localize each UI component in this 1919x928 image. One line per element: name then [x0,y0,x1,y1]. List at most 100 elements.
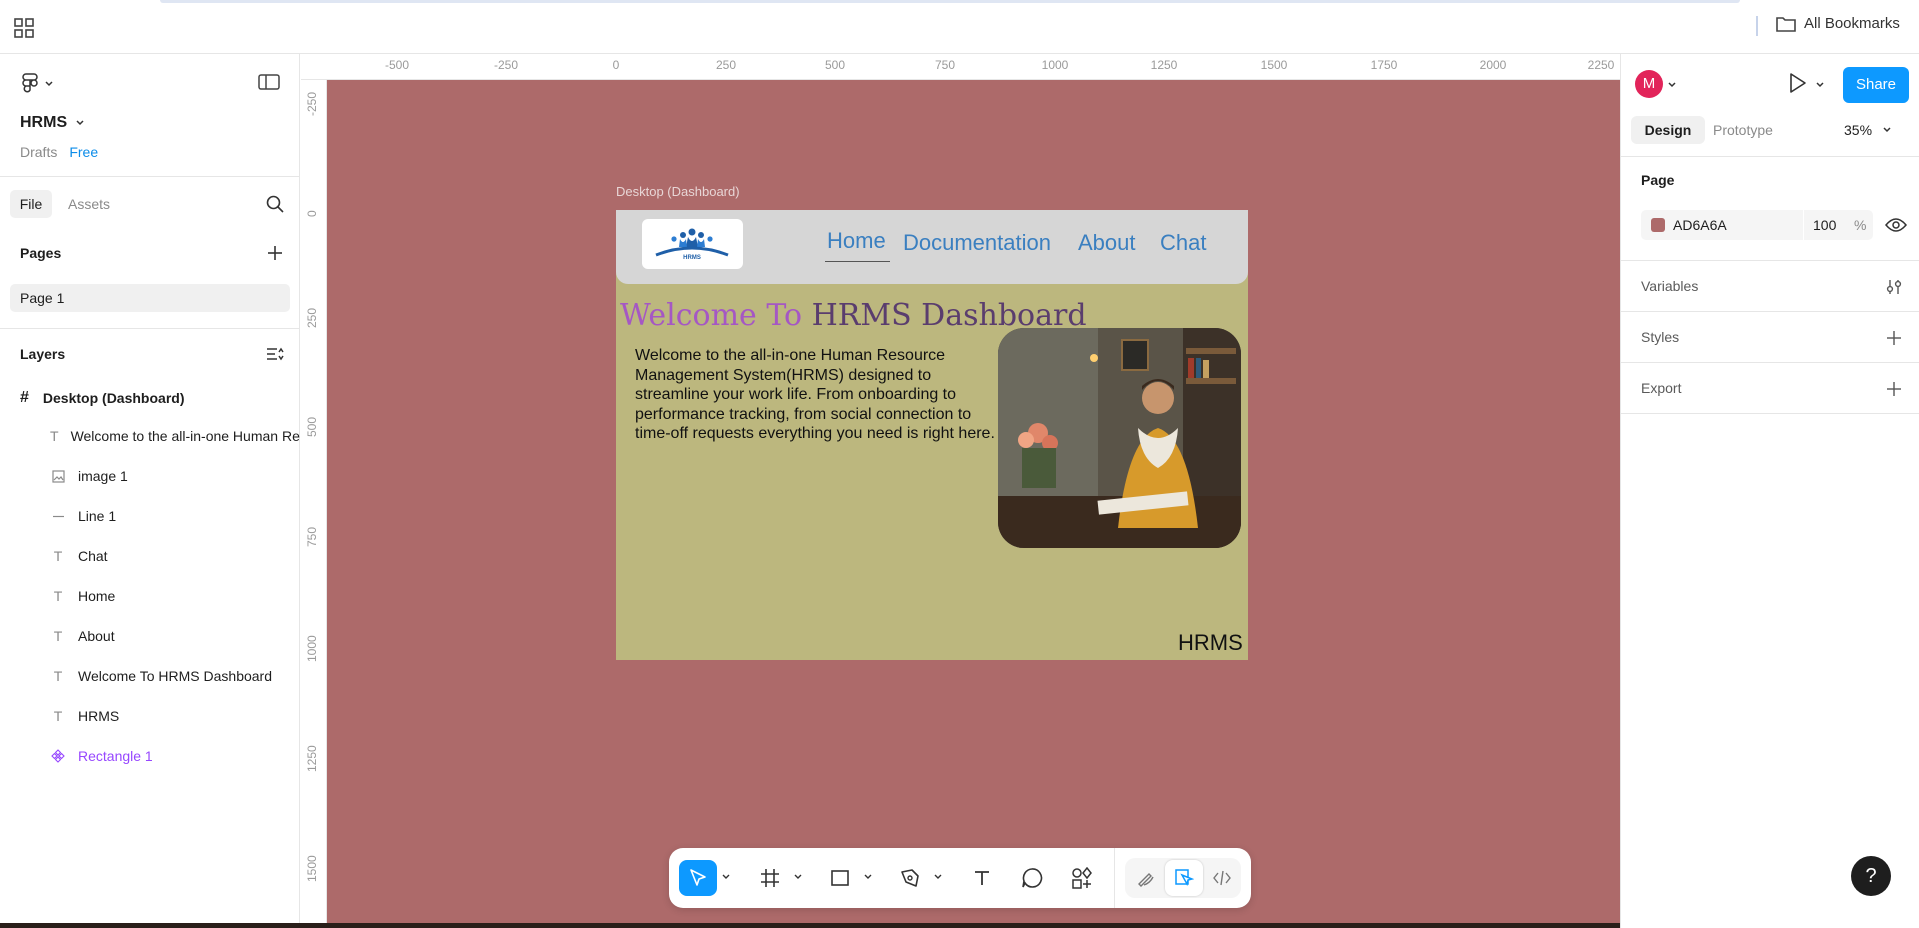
search-icon[interactable] [266,195,284,213]
tab-design[interactable]: Design [1631,116,1705,144]
frame-nav-documentation[interactable]: Documentation [903,230,1051,256]
ruler-tick: 2000 [1479,58,1507,72]
hrms-logo-text: HRMS [683,255,701,261]
design-mode-icon [1175,869,1194,887]
text-icon: T [53,548,63,564]
apps-grid-icon[interactable] [14,18,34,38]
pen-tool-button[interactable] [891,860,929,896]
ruler-vertical: -250 0 250 500 750 1000 1250 1500 [301,80,327,928]
ruler-tick: 1750 [1370,58,1398,72]
eye-icon[interactable] [1885,217,1907,233]
tab-assets[interactable]: Assets [68,190,110,218]
move-tool-button[interactable] [679,860,717,896]
bookmarks-separator [1756,16,1758,36]
tab-prototype[interactable]: Prototype [1713,116,1773,144]
add-page-icon[interactable] [266,244,284,262]
layer-item[interactable]: Rectangle 1 [50,748,300,764]
comment-bubble-icon [1022,868,1043,888]
color-swatch[interactable] [1651,218,1665,232]
layer-item[interactable]: T HRMS [50,708,300,724]
line-1[interactable] [825,261,890,262]
right-panel: M Share Design Prototype 35% Page AD6A6A… [1620,54,1919,928]
layers-options-icon[interactable] [266,346,284,362]
file-location[interactable]: Drafts [20,144,57,160]
layer-label: HRMS [78,708,120,724]
page-item[interactable]: Page 1 [10,284,290,312]
layer-item[interactable]: Line 1 [50,508,300,524]
rectangle-nav-bar[interactable]: HRMS Home Documentation About Chat [616,210,1248,284]
add-style-icon[interactable] [1885,329,1903,347]
frame-hash-icon: # [20,389,29,406]
layer-item[interactable]: T About [50,628,300,644]
opacity-unit: % [1854,217,1867,233]
zoom-value: 35% [1844,122,1873,138]
hrms-logo[interactable]: HRMS [642,219,743,269]
tools-toolbar [669,848,1251,908]
layer-item[interactable]: T Welcome to the all-in-one Human Resour… [50,428,300,444]
export-section[interactable]: Export [1641,380,1681,396]
file-name-menu[interactable]: HRMS [20,114,85,132]
all-bookmarks-button[interactable]: All Bookmarks [1776,15,1900,32]
comment-tool-button[interactable] [1013,860,1051,896]
dev-mode-button[interactable] [1203,860,1241,896]
frame-brand-text[interactable]: HRMS [1178,630,1243,656]
variables-section[interactable]: Variables [1641,278,1698,294]
image-1[interactable] [998,328,1241,548]
actions-tool-button[interactable] [1063,860,1101,896]
frame-nav-home[interactable]: Home [827,228,886,254]
ruler-tick: 750 [305,526,319,547]
layer-item[interactable]: T Chat [50,548,300,564]
layer-item[interactable]: image 1 [50,468,300,484]
layer-item[interactable]: T Home [50,588,300,604]
frame-label[interactable]: Desktop (Dashboard) [616,184,740,199]
plan-badge[interactable]: Free [69,144,98,160]
main-menu-button[interactable] [20,72,54,96]
divider [1621,413,1919,414]
page-color-hex[interactable]: AD6A6A [1673,210,1727,240]
frame-nav-about[interactable]: About [1078,230,1136,256]
design-canvas[interactable]: Desktop (Dashboard) HRMS Home Documentat… [327,80,1620,928]
frame-title-part1: Welcome To [620,298,812,333]
line-icon [50,508,66,524]
sidebar-toggle-icon[interactable] [258,74,280,90]
tab-file[interactable]: File [10,190,52,218]
chevron-down-icon[interactable] [1667,80,1677,90]
styles-section[interactable]: Styles [1641,329,1679,345]
page-opacity-value[interactable]: 100 [1813,210,1836,240]
ruler-horizontal: -500 -250 0 250 500 750 1000 1250 1500 1… [301,54,1620,80]
dashboard-frame[interactable]: HRMS Home Documentation About Chat Welco… [616,210,1248,660]
ruler-tick: 500 [824,58,846,72]
add-export-icon[interactable] [1885,380,1903,398]
chevron-down-icon[interactable] [1815,80,1825,90]
user-avatar[interactable]: M [1635,70,1663,98]
present-play-icon[interactable] [1787,72,1807,94]
ruler-tick: 0 [612,58,620,72]
frame-body-text[interactable]: Welcome to the all-in-one Human Resource… [635,346,995,444]
zoom-dropdown[interactable]: 35% [1844,116,1892,144]
layer-item[interactable]: T Welcome To HRMS Dashboard [50,668,300,684]
rectangle-tool-button[interactable] [821,860,859,896]
chevron-down-icon [76,120,84,126]
rectangle-icon [831,870,849,886]
ruler-tick: 1000 [1041,58,1069,72]
help-button[interactable]: ? [1851,856,1891,896]
shapes-grid-icon [1072,867,1092,889]
text-icon: T [53,588,63,604]
share-button[interactable]: Share [1843,67,1909,103]
layer-frame[interactable]: # Desktop (Dashboard) [20,389,184,407]
text-tool-button[interactable] [963,860,1001,896]
frame-tool-button[interactable] [751,860,789,896]
frame-nav-chat[interactable]: Chat [1160,230,1206,256]
page-color-field[interactable]: AD6A6A 100 % [1641,210,1873,240]
text-t-icon [975,871,989,885]
left-panel: HRMS Drafts Free File Assets Pages Page … [0,54,300,928]
chevron-down-icon[interactable] [863,871,873,883]
divider [1621,260,1919,261]
draw-mode-button[interactable] [1127,860,1165,896]
frame-title[interactable]: Welcome To HRMS Dashboard [620,298,1087,333]
chevron-down-icon[interactable] [721,871,731,883]
chevron-down-icon[interactable] [793,871,803,883]
variables-settings-icon[interactable] [1885,278,1903,296]
chevron-down-icon[interactable] [933,871,943,883]
design-mode-button[interactable] [1165,860,1203,896]
